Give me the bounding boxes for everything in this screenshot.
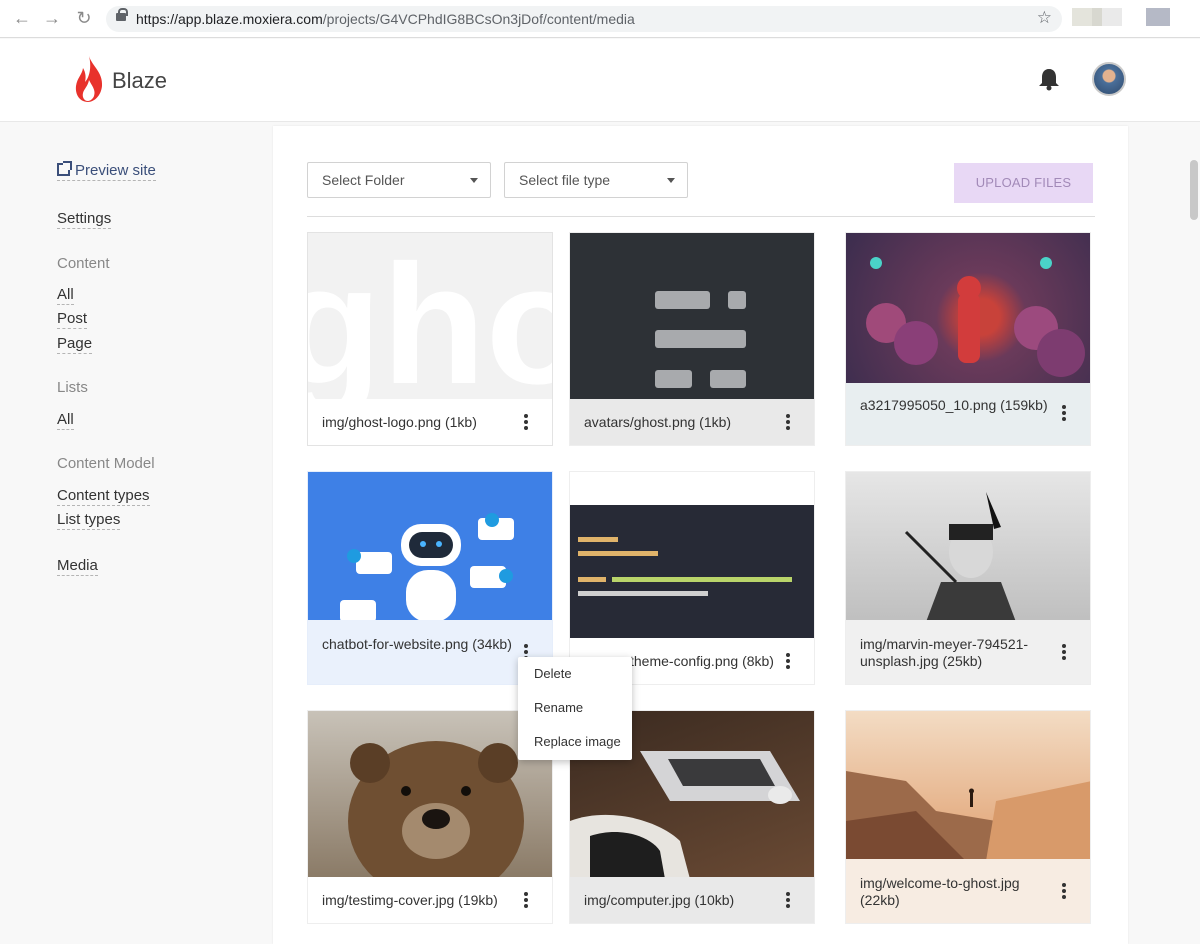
- page-scrollbar[interactable]: [1190, 160, 1198, 220]
- external-link-icon: [57, 161, 72, 176]
- thumbnail-ghost-logo: gho: [308, 233, 553, 401]
- media-tile[interactable]: a3217995050_10.png (159kb): [845, 232, 1091, 446]
- media-tile[interactable]: img/testimg-cover.jpg (19kb): [307, 710, 553, 924]
- media-filename: img/marvin-meyer-794521-unsplash.jpg (25…: [860, 636, 1029, 669]
- url-path: /projects/G4VCPhdIG8BCsOn3jDof/content/m…: [322, 11, 635, 27]
- caret-down-icon: [667, 178, 675, 183]
- sidebar-heading-content-model: Content Model: [57, 455, 155, 472]
- browser-toolbar: ← → ↻ https://app.blaze.moxiera.com/proj…: [0, 0, 1200, 38]
- profile-icon[interactable]: [1146, 8, 1170, 26]
- sidebar-item-settings[interactable]: Settings: [57, 209, 112, 229]
- ghost-logo-image: gho: [308, 233, 553, 401]
- more-options-icon[interactable]: [1062, 883, 1066, 899]
- preview-site-label: Preview site: [75, 162, 156, 179]
- folder-select-label: Select Folder: [322, 172, 405, 188]
- notification-bell-icon[interactable]: [1038, 67, 1060, 91]
- menu-item-delete[interactable]: Delete: [518, 665, 632, 699]
- svg-text:gho: gho: [308, 233, 553, 401]
- toolbar-divider: [307, 216, 1095, 217]
- menu-item-replace-image[interactable]: Replace image: [518, 733, 632, 767]
- thumbnail-bear: [308, 711, 552, 879]
- illustration-image: [866, 257, 1085, 377]
- app-header: Blaze: [0, 39, 1200, 122]
- sidebar: Preview site Settings Content All Post P…: [0, 122, 270, 944]
- brand-name[interactable]: Blaze: [112, 68, 167, 94]
- portrait-image: [904, 492, 1016, 622]
- back-arrow-icon[interactable]: ←: [12, 8, 32, 28]
- media-filename: img/welcome-to-ghost.jpg (22kb): [860, 875, 1020, 908]
- media-caption: img/marvin-meyer-794521-unsplash.jpg (25…: [846, 620, 1090, 684]
- media-filename: a3217995050_10.png (159kb): [860, 397, 1048, 413]
- code-screenshot-image: [570, 505, 814, 640]
- thumbnail-ghost-avatar: [570, 233, 814, 401]
- more-options-icon[interactable]: [1062, 644, 1066, 660]
- sidebar-item-content-all[interactable]: All: [57, 285, 74, 305]
- menu-item-rename[interactable]: Rename: [518, 699, 632, 733]
- media-tile[interactable]: avatars/ghost.png (1kb): [569, 232, 815, 446]
- thumbnail-portrait: [846, 472, 1090, 622]
- chatbot-image: [340, 513, 514, 622]
- thumbnail-illustration: [846, 233, 1090, 401]
- more-options-icon[interactable]: [1062, 405, 1066, 421]
- sidebar-heading-lists: Lists: [57, 379, 88, 396]
- preview-site-link[interactable]: Preview site: [57, 161, 156, 181]
- url-host: https://app.blaze.moxiera.com: [136, 11, 323, 27]
- more-options-icon[interactable]: [786, 892, 790, 908]
- thumbnail-code: [570, 472, 814, 640]
- sidebar-item-content-types[interactable]: Content types: [57, 486, 150, 506]
- media-filename: avatars/ghost.png (1kb): [584, 413, 732, 430]
- media-context-menu: Delete Rename Replace image: [518, 657, 632, 760]
- ghost-avatar-image: [655, 291, 746, 388]
- media-tile[interactable]: img/marvin-meyer-794521-unsplash.jpg (25…: [845, 471, 1091, 685]
- media-caption: chatbot-for-website.png (34kb): [308, 620, 552, 684]
- media-tile[interactable]: img/welcome-to-ghost.jpg (22kb): [845, 710, 1091, 924]
- user-avatar[interactable]: [1092, 62, 1126, 96]
- blaze-flame-icon[interactable]: [74, 56, 104, 102]
- address-bar[interactable]: https://app.blaze.moxiera.com/projects/G…: [106, 6, 1062, 32]
- reload-icon[interactable]: ↻: [74, 8, 94, 28]
- media-filename: img/testimg-cover.jpg (19kb): [322, 891, 498, 908]
- file-type-select[interactable]: Select file type: [504, 162, 688, 198]
- upload-files-button[interactable]: UPLOAD FILES: [954, 163, 1093, 203]
- more-options-icon[interactable]: [786, 414, 790, 430]
- sidebar-item-page[interactable]: Page: [57, 334, 93, 354]
- url-text: https://app.blaze.moxiera.com/projects/G…: [136, 11, 635, 27]
- forward-arrow-icon[interactable]: →: [42, 8, 62, 28]
- media-filename: theme-config.png (8kb): [630, 652, 774, 669]
- lock-icon: [116, 8, 128, 21]
- media-filename: img/ghost-logo.png (1kb): [322, 413, 477, 430]
- extension-icon[interactable]: [1072, 8, 1122, 26]
- more-options-icon[interactable]: [524, 892, 528, 908]
- media-filename: img/computer.jpg (10kb): [584, 891, 735, 908]
- bear-image: [348, 741, 524, 879]
- media-caption: img/testimg-cover.jpg (19kb): [308, 877, 552, 923]
- bookmark-star-icon[interactable]: ☆: [1037, 8, 1052, 28]
- sidebar-item-media[interactable]: Media: [57, 556, 98, 576]
- thumbnail-chatbot: [308, 472, 552, 622]
- more-options-icon[interactable]: [786, 653, 790, 669]
- sidebar-item-post[interactable]: Post: [57, 309, 88, 329]
- folder-select[interactable]: Select Folder: [307, 162, 491, 198]
- sidebar-heading-content: Content: [57, 255, 110, 272]
- media-tile[interactable]: chatbot-for-website.png (34kb): [307, 471, 553, 685]
- media-panel: Select Folder Select file type UPLOAD FI…: [273, 126, 1128, 944]
- media-caption: img/welcome-to-ghost.jpg (22kb): [846, 859, 1090, 923]
- media-caption: a3217995050_10.png (159kb): [846, 383, 1090, 445]
- canyon-image: [846, 771, 1090, 861]
- caret-down-icon: [470, 178, 478, 183]
- media-caption: img/computer.jpg (10kb): [570, 877, 814, 923]
- file-type-select-label: Select file type: [519, 172, 611, 188]
- sidebar-item-lists-all[interactable]: All: [57, 410, 74, 430]
- media-caption: img/ghost-logo.png (1kb): [308, 399, 552, 445]
- media-tile[interactable]: theme-config.png (8kb): [569, 471, 815, 685]
- media-filename: chatbot-for-website.png (34kb): [322, 636, 512, 652]
- media-tile[interactable]: gho img/ghost-logo.png (1kb): [307, 232, 553, 446]
- more-options-icon[interactable]: [524, 414, 528, 430]
- sidebar-item-list-types[interactable]: List types: [57, 510, 121, 530]
- thumbnail-canyon: [846, 711, 1090, 861]
- media-caption: avatars/ghost.png (1kb): [570, 399, 814, 445]
